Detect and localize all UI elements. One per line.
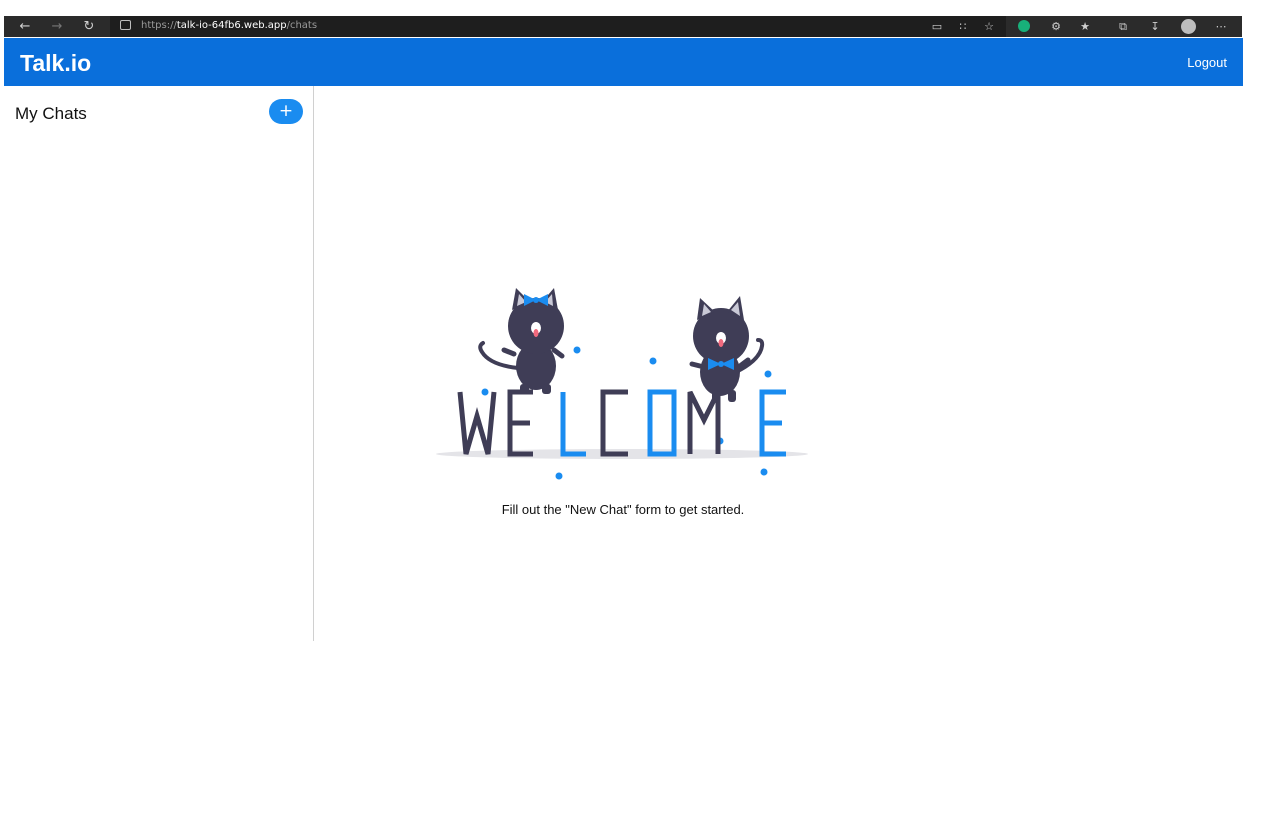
welcome-illustration (430, 280, 820, 490)
browser-toolbar: ← → ↻ https://talk-io-64fb6.web.app/chat… (4, 16, 1242, 37)
brand-logo[interactable]: Talk.io (20, 50, 91, 77)
cat-right-icon (689, 296, 765, 402)
chat-sidebar: My Chats + (4, 86, 314, 641)
favorites-icon[interactable]: ★ (1076, 16, 1094, 37)
logout-button[interactable]: Logout (1187, 55, 1227, 70)
back-icon[interactable]: ← (14, 16, 36, 37)
extensions-icon[interactable]: ⚙ (1047, 16, 1065, 37)
welcome-caption: Fill out the "New Chat" form to get star… (501, 502, 745, 517)
downloads-icon[interactable]: ↧ (1146, 16, 1164, 37)
extension-icon[interactable] (1018, 20, 1030, 32)
forward-icon[interactable]: → (46, 16, 68, 37)
lock-icon (120, 20, 131, 30)
reader-icon[interactable]: ▭ (928, 16, 946, 37)
cat-left-icon (478, 288, 565, 394)
welcome-letters (457, 389, 786, 457)
profile-icon[interactable] (1181, 19, 1196, 34)
apps-icon[interactable]: ∷ (954, 16, 972, 37)
address-bar[interactable]: https://talk-io-64fb6.web.app/chats (110, 16, 1006, 37)
more-icon[interactable]: ⋯ (1212, 16, 1230, 37)
favorite-add-icon[interactable]: ☆ (980, 16, 998, 37)
collections-icon[interactable]: ⧉ (1114, 16, 1132, 37)
url-text: https://talk-io-64fb6.web.app/chats (141, 20, 318, 31)
app-header: Talk.io Logout (4, 38, 1243, 86)
new-chat-button[interactable]: + (269, 99, 303, 124)
sidebar-title: My Chats (15, 104, 87, 123)
reload-icon[interactable]: ↻ (78, 16, 100, 37)
